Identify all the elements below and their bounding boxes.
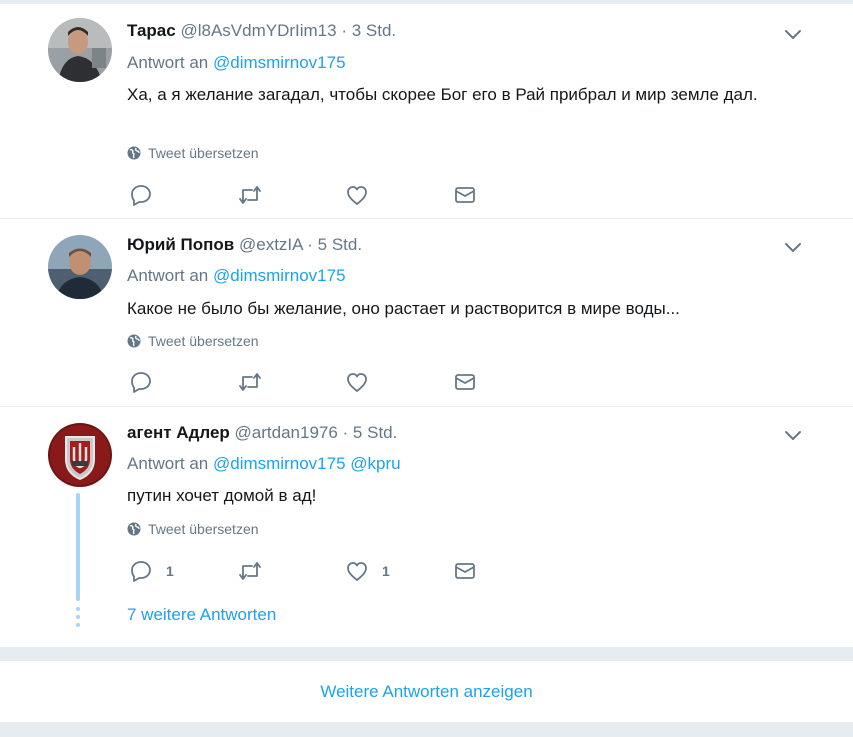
mention-link[interactable]: @kpru [350, 454, 400, 473]
reply-icon [131, 185, 151, 206]
tweet-header: Тарас @l8AsVdmYDrIim13 · 3 Std. [127, 21, 396, 41]
reply-context: Antwort an @dimsmirnov175 @kpru [127, 454, 401, 474]
tweet-text: Какое не было бы желание, оно растает и … [127, 299, 680, 318]
translate-label: Tweet übersetzen [148, 333, 259, 349]
display-name[interactable]: Юрий Попов [127, 235, 234, 254]
timestamp[interactable]: · 5 Std. [307, 235, 362, 254]
retweet-button[interactable] [238, 372, 262, 392]
retweet-button[interactable] [238, 185, 262, 205]
translate-tweet-link[interactable]: Tweet übersetzen [127, 333, 259, 349]
display-name[interactable]: Тарас [127, 21, 176, 40]
tweet-header: Юрий Попов @extzIA · 5 Std. [127, 235, 362, 255]
user-handle[interactable]: @extzIA [239, 235, 303, 254]
reply-button[interactable] [130, 371, 152, 393]
thread-connector [76, 493, 80, 601]
reply-button[interactable] [130, 184, 152, 206]
like-icon [347, 373, 367, 392]
like-button[interactable] [346, 184, 368, 206]
mention-link[interactable]: @dimsmirnov175 [213, 454, 346, 473]
translate-label: Tweet übersetzen [148, 145, 259, 161]
section-separator [0, 722, 853, 737]
translate-tweet-link[interactable]: Tweet übersetzen [127, 521, 259, 537]
tweet-text: Ха, а я желание загадал, чтобы скорее Бо… [127, 85, 758, 104]
retweet-icon [239, 373, 261, 391]
like-icon [347, 562, 367, 581]
globe-icon [127, 334, 141, 348]
show-more-replies-button[interactable]: Weitere Antworten anzeigen [0, 661, 853, 722]
tweet-header: агент Адлер @artdan1976 · 5 Std. [127, 423, 397, 443]
reply-context: Antwort an @dimsmirnov175 [127, 266, 346, 286]
retweet-button[interactable] [238, 561, 262, 581]
direct-message-button[interactable] [454, 561, 476, 581]
reply-button[interactable]: 1 [130, 560, 174, 582]
mention-link[interactable]: @dimsmirnov175 [213, 266, 346, 285]
direct-message-icon [455, 374, 475, 390]
reply-prefix: Antwort an [127, 266, 209, 285]
tweet-text: путин хочет домой в ад! [127, 486, 317, 505]
reply-icon [131, 561, 151, 582]
translate-tweet-link[interactable]: Tweet übersetzen [127, 145, 259, 161]
chevron-down-icon[interactable] [783, 24, 803, 44]
user-handle[interactable]: @l8AsVdmYDrIim13 [180, 21, 336, 40]
tweet-1[interactable]: Тарас @l8AsVdmYDrIim13 · 3 Std. Antwort … [0, 4, 853, 219]
more-replies-link[interactable]: 7 weitere Antworten [127, 605, 276, 625]
reply-prefix: Antwort an [127, 53, 209, 72]
translate-label: Tweet übersetzen [148, 521, 259, 537]
direct-message-button[interactable] [454, 372, 476, 392]
direct-message-icon [455, 563, 475, 579]
like-button[interactable]: 1 [346, 560, 390, 582]
thread-dot [76, 623, 80, 627]
reply-count: 1 [166, 563, 174, 579]
globe-icon [127, 146, 141, 160]
like-icon [347, 186, 367, 205]
timestamp[interactable]: · 5 Std. [343, 423, 398, 442]
avatar[interactable] [48, 235, 112, 299]
like-button[interactable] [346, 371, 368, 393]
section-separator [0, 647, 853, 661]
like-count: 1 [382, 563, 390, 579]
thread-dot [76, 615, 80, 619]
timestamp[interactable]: · 3 Std. [341, 21, 396, 40]
reply-prefix: Antwort an [127, 454, 209, 473]
globe-icon [127, 522, 141, 536]
thread-dot [76, 607, 80, 611]
retweet-icon [239, 186, 261, 204]
avatar[interactable] [48, 18, 112, 82]
user-handle[interactable]: @artdan1976 [235, 423, 338, 442]
chevron-down-icon[interactable] [783, 425, 803, 445]
avatar[interactable] [48, 423, 112, 487]
chevron-down-icon[interactable] [783, 237, 803, 257]
retweet-icon [239, 562, 261, 580]
direct-message-icon [455, 187, 475, 203]
reply-icon [131, 372, 151, 393]
direct-message-button[interactable] [454, 185, 476, 205]
tweet-2[interactable]: Юрий Попов @extzIA · 5 Std. Antwort an @… [0, 219, 853, 407]
reply-context: Antwort an @dimsmirnov175 [127, 53, 346, 73]
display-name[interactable]: агент Адлер [127, 423, 230, 442]
mention-link[interactable]: @dimsmirnov175 [213, 53, 346, 72]
